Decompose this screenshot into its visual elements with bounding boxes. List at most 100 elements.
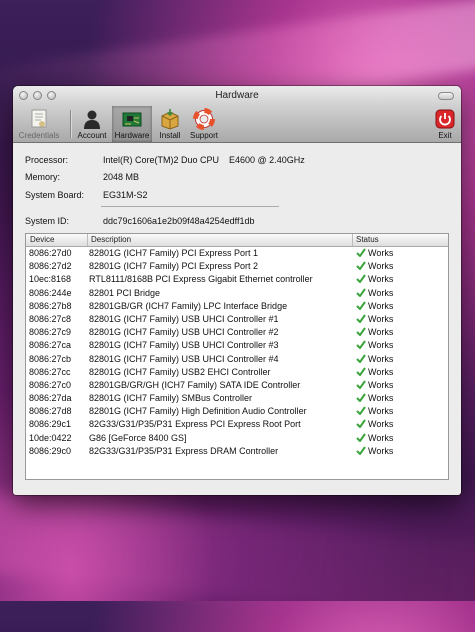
device-id-cell: 8086:27ca bbox=[29, 340, 72, 351]
memory-label: Memory: bbox=[25, 172, 61, 182]
zoom-window-button[interactable] bbox=[47, 91, 56, 100]
toolbar-exit-label: Exit bbox=[438, 131, 452, 140]
window-controls bbox=[19, 91, 56, 100]
system-board-label: System Board: bbox=[25, 190, 85, 200]
status-cell: Works bbox=[356, 274, 393, 284]
info-divider bbox=[101, 206, 279, 207]
title-bar[interactable]: Hardware bbox=[13, 86, 461, 106]
system-board-value: EG31M-S2 bbox=[103, 190, 148, 200]
device-id-cell: 8086:29c1 bbox=[29, 419, 72, 430]
table-row[interactable]: 8086:29c1 82G33/G31/P35/P31 Express PCI E… bbox=[26, 418, 448, 431]
checkmark-icon bbox=[356, 314, 366, 323]
table-row[interactable]: 8086:29c0 82G33/G31/P35/P31 Express DRAM … bbox=[26, 445, 448, 458]
description-cell: 82801G (ICH7 Family) PCI Express Port 1 bbox=[89, 248, 259, 258]
device-id-cell: 8086:27d0 bbox=[29, 248, 72, 258]
table-row[interactable]: 8086:27cc 82801G (ICH7 Family) USB2 EHCI … bbox=[26, 366, 448, 379]
hardware-window: Hardware Credentials Account Hardware In… bbox=[13, 86, 461, 495]
status-text: Works bbox=[368, 274, 394, 285]
toolbar-credentials-label: Credentials bbox=[18, 131, 60, 140]
description-cell: 82801 PCI Bridge bbox=[89, 287, 161, 298]
toolbar-account-button[interactable]: Account bbox=[75, 106, 109, 142]
toolbar-credentials-button[interactable]: Credentials bbox=[16, 106, 62, 142]
toolbar-install-button[interactable]: Install bbox=[155, 106, 185, 142]
status-cell: Works bbox=[356, 380, 393, 390]
device-id-cell: 8086:27c8 bbox=[29, 313, 72, 324]
toolbar-hardware-label: Hardware bbox=[114, 131, 150, 140]
status-text: Works bbox=[368, 393, 394, 404]
table-row[interactable]: 8086:27d2 82801G (ICH7 Family) PCI Expres… bbox=[26, 260, 448, 273]
toolbar-exit-button[interactable]: Exit bbox=[431, 106, 459, 142]
table-row[interactable]: 8086:27c0 82801GB/GR/GH (ICH7 Family) SAT… bbox=[26, 379, 448, 392]
status-cell: Works bbox=[356, 433, 393, 443]
status-text: Works bbox=[368, 300, 394, 311]
table-header: Device Description Status bbox=[26, 234, 448, 247]
description-cell: 82801G (ICH7 Family) SMBus Controller bbox=[89, 393, 253, 404]
checkmark-icon bbox=[356, 380, 366, 389]
device-id-cell: 10ec:8168 bbox=[29, 274, 72, 285]
table-row[interactable]: 8086:27d8 82801G (ICH7 Family) High Defin… bbox=[26, 405, 448, 418]
description-cell: 82801G (ICH7 Family) High Definition Aud… bbox=[89, 406, 307, 417]
hardware-panel: Processor: Intel(R) Core(TM)2 Duo CPU E4… bbox=[13, 143, 461, 495]
column-header-device[interactable]: Device bbox=[30, 235, 54, 244]
device-id-cell: 8086:27b8 bbox=[29, 300, 72, 311]
description-cell: 82801G (ICH7 Family) PCI Express Port 2 bbox=[89, 261, 259, 272]
description-cell: 82801G (ICH7 Family) USB UHCI Controller… bbox=[89, 313, 279, 324]
table-body: 8086:27d0 82801G (ICH7 Family) PCI Expres… bbox=[26, 247, 448, 458]
table-row[interactable]: 8086:27da 82801G (ICH7 Family) SMBus Cont… bbox=[26, 392, 448, 405]
checkmark-icon bbox=[356, 367, 366, 376]
wallpaper-streak bbox=[0, 487, 475, 632]
checkmark-icon bbox=[356, 301, 366, 310]
column-header-status[interactable]: Status bbox=[352, 234, 379, 246]
table-row[interactable]: 10ec:8168 RTL8111/8168B PCI Express Gigab… bbox=[26, 273, 448, 286]
status-text: Works bbox=[368, 432, 394, 443]
certificate-icon bbox=[31, 109, 47, 128]
status-text: Works bbox=[368, 353, 394, 364]
system-id-value: ddc79c1606a1e2b09f48a4254edff1db bbox=[103, 216, 255, 226]
checkmark-icon bbox=[356, 274, 366, 284]
checkmark-icon bbox=[356, 248, 366, 257]
table-row[interactable]: 8086:27ca 82801G (ICH7 Family) USB UHCI C… bbox=[26, 339, 448, 352]
toolbar-toggle-button[interactable] bbox=[438, 92, 454, 100]
device-id-cell: 8086:27d8 bbox=[29, 406, 72, 417]
device-id-cell: 8086:27da bbox=[29, 393, 72, 404]
minimize-window-button[interactable] bbox=[33, 91, 42, 100]
status-cell: Works bbox=[356, 301, 393, 311]
table-row[interactable]: 8086:27c9 82801G (ICH7 Family) USB UHCI C… bbox=[26, 326, 448, 339]
status-text: Works bbox=[368, 340, 394, 351]
checkmark-icon bbox=[356, 353, 366, 363]
checkmark-icon bbox=[356, 406, 366, 416]
table-row[interactable]: 10de:0422 G86 [GeForce 8400 GS] Works bbox=[26, 432, 448, 445]
status-cell: Works bbox=[356, 288, 393, 298]
toolbar-hardware-button[interactable]: Hardware bbox=[112, 106, 152, 142]
device-table[interactable]: Device Description Status 8086:27d0 82801… bbox=[25, 233, 449, 480]
status-text: Works bbox=[368, 419, 394, 430]
table-row[interactable]: 8086:27cb 82801G (ICH7 Family) USB UHCI C… bbox=[26, 353, 448, 366]
window-title: Hardware bbox=[215, 90, 259, 101]
checkmark-icon bbox=[356, 340, 366, 350]
device-id-cell: 8086:27cb bbox=[29, 353, 72, 364]
close-window-button[interactable] bbox=[19, 91, 28, 100]
toolbar-install-label: Install bbox=[159, 131, 181, 140]
table-row[interactable]: 8086:27c8 82801G (ICH7 Family) USB UHCI C… bbox=[26, 313, 448, 326]
status-cell: Works bbox=[356, 248, 393, 258]
table-row[interactable]: 8086:244e 82801 PCI Bridge Works bbox=[26, 287, 448, 300]
description-cell: G86 [GeForce 8400 GS] bbox=[89, 432, 187, 443]
checkmark-icon bbox=[356, 446, 366, 455]
column-header-description[interactable]: Description bbox=[87, 234, 131, 246]
lifebuoy-icon bbox=[193, 108, 215, 130]
status-cell: Works bbox=[356, 367, 393, 377]
table-row[interactable]: 8086:27d0 82801G (ICH7 Family) PCI Expres… bbox=[26, 247, 448, 260]
checkmark-icon bbox=[356, 261, 366, 271]
processor-value: Intel(R) Core(TM)2 Duo CPU E4600 @ 2.40G… bbox=[103, 155, 305, 165]
device-id-cell: 8086:27c9 bbox=[29, 327, 72, 338]
table-row[interactable]: 8086:27b8 82801GB/GR (ICH7 Family) LPC In… bbox=[26, 300, 448, 313]
status-cell: Works bbox=[356, 327, 393, 337]
device-id-cell: 8086:27d2 bbox=[29, 261, 72, 272]
toolbar-support-button[interactable]: Support bbox=[187, 106, 221, 142]
status-text: Works bbox=[368, 248, 394, 258]
device-id-cell: 8086:29c0 bbox=[29, 445, 72, 456]
status-cell: Works bbox=[356, 340, 393, 350]
status-cell: Works bbox=[356, 354, 393, 364]
checkmark-icon bbox=[356, 433, 366, 442]
status-text: Works bbox=[368, 327, 394, 338]
